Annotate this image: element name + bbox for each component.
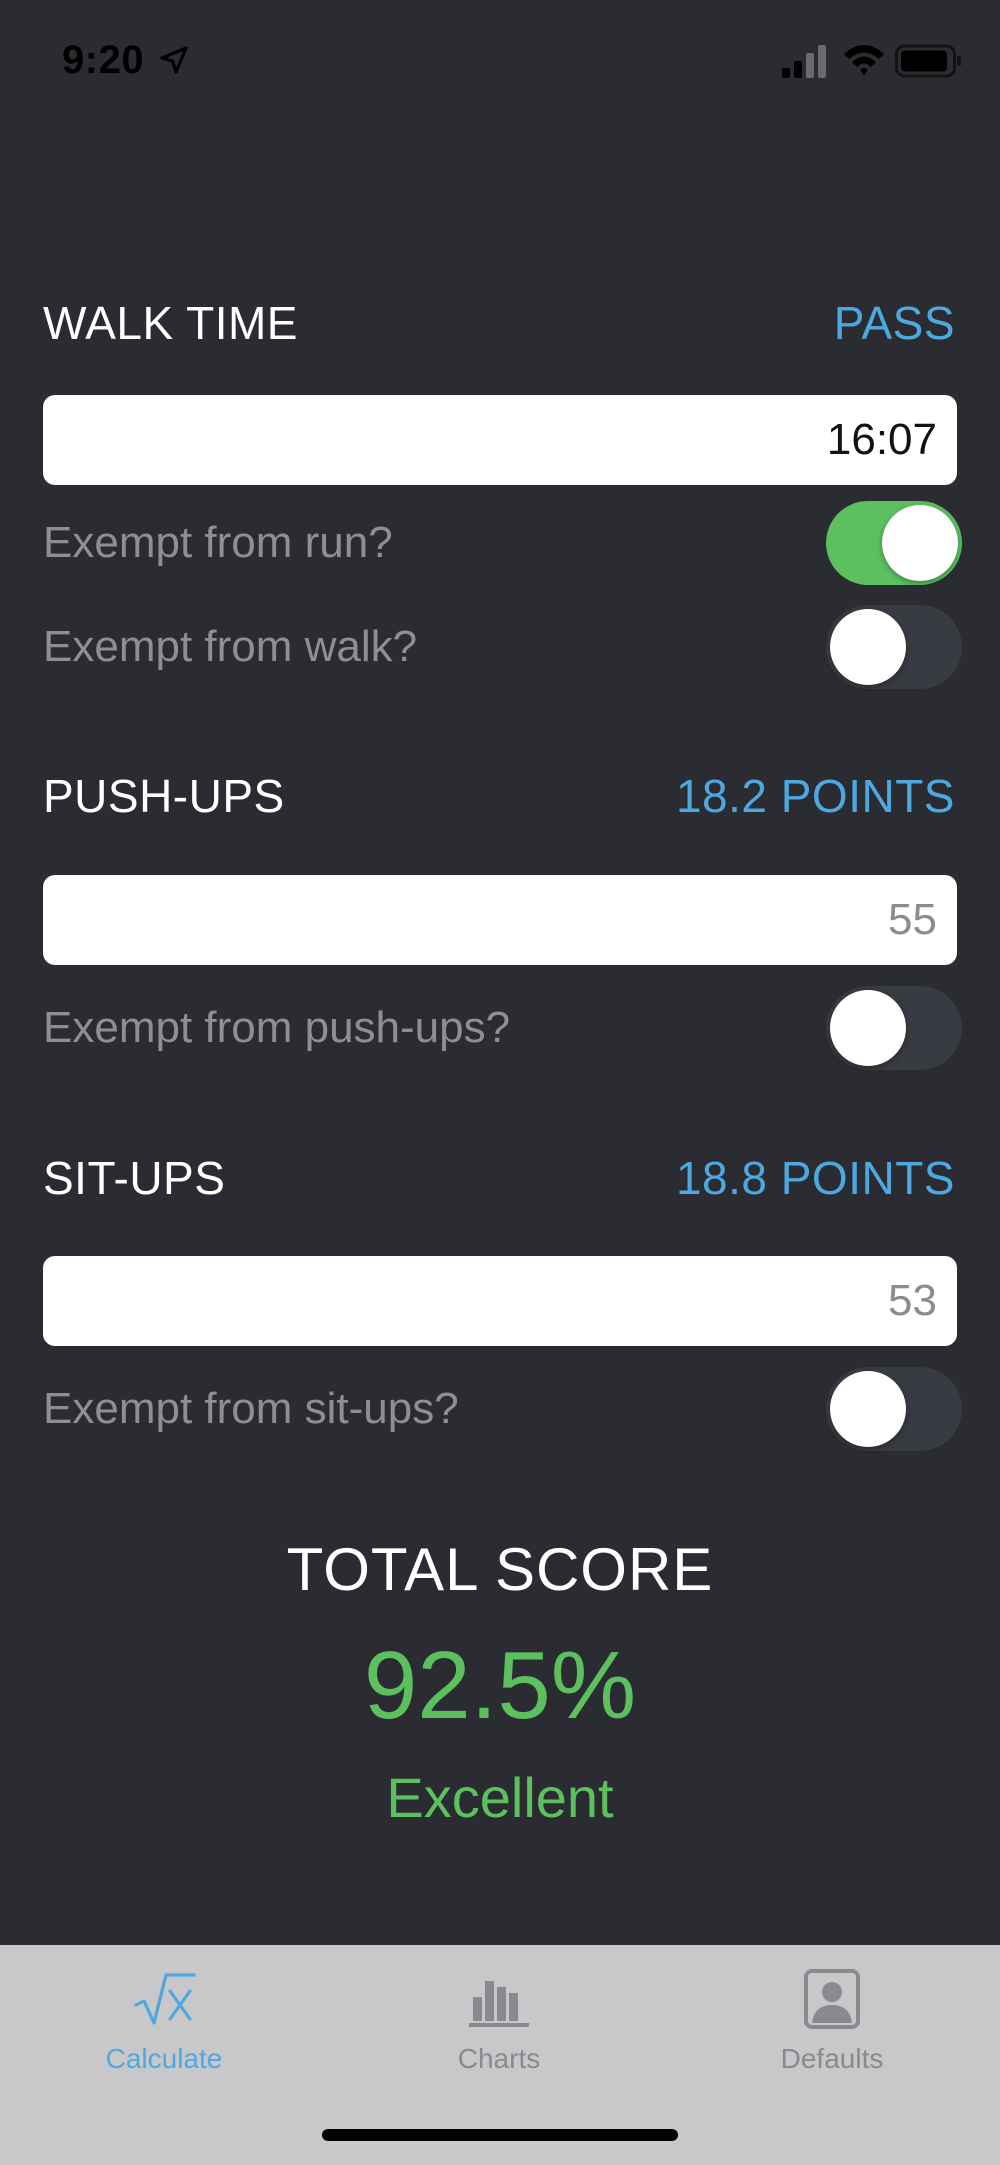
exempt-sit-ups-label: Exempt from sit-ups?	[43, 1384, 459, 1433]
total-score-value: 92.5%	[363, 1632, 637, 1739]
push-ups-result: 18.2 POINTS	[675, 770, 955, 822]
tab-calculate[interactable]: Calculate	[64, 1967, 264, 2087]
cellular-signal-icon	[782, 45, 826, 78]
push-ups-title: PUSH-UPS	[43, 770, 285, 822]
walk-time-input[interactable]: 16:07	[43, 395, 957, 485]
walk-time-result: PASS	[833, 297, 955, 349]
sit-ups-result: 18.8 POINTS	[675, 1152, 955, 1204]
total-score-title: TOTAL SCORE	[286, 1536, 714, 1603]
tab-defaults-label: Defaults	[780, 2043, 884, 2074]
exempt-push-ups-label: Exempt from push-ups?	[43, 1003, 511, 1052]
sit-ups-placeholder: 53	[888, 1276, 937, 1325]
tab-calculate-label: Calculate	[105, 2043, 223, 2074]
location-arrow-icon	[160, 46, 188, 74]
home-indicator[interactable]	[322, 2129, 678, 2141]
tab-defaults[interactable]: Defaults	[732, 1967, 932, 2087]
tab-bar: Calculate Charts Defaults	[0, 1945, 1000, 2165]
walk-time-value: 16:07	[826, 415, 937, 464]
walk-time-title: WALK TIME	[43, 297, 298, 349]
tab-charts[interactable]: Charts	[399, 1967, 599, 2087]
total-score-rating: Excellent	[386, 1766, 614, 1829]
toggle-knob	[830, 1371, 906, 1447]
bar-chart-icon	[469, 1981, 529, 2027]
toggle-knob	[830, 990, 906, 1066]
app-screen: 9:20 WALK TIME PASS 16:07 Exempt from ru…	[0, 0, 1000, 2165]
wifi-icon	[844, 45, 884, 75]
person-portrait-icon	[804, 1969, 860, 2029]
battery-icon	[895, 44, 961, 78]
exempt-run-label: Exempt from run?	[43, 518, 393, 567]
sit-ups-input[interactable]: 53	[43, 1256, 957, 1346]
toggle-knob	[882, 505, 958, 581]
exempt-sit-ups-toggle[interactable]	[826, 1367, 962, 1451]
toggle-knob	[830, 609, 906, 685]
exempt-push-ups-toggle[interactable]	[826, 986, 962, 1070]
tab-charts-label: Charts	[457, 2043, 541, 2074]
status-time: 9:20	[62, 38, 145, 82]
sit-ups-title: SIT-UPS	[43, 1152, 226, 1204]
push-ups-input[interactable]: 55	[43, 875, 957, 965]
exempt-walk-toggle[interactable]	[826, 605, 962, 689]
exempt-run-toggle[interactable]	[826, 501, 962, 585]
square-root-icon	[134, 1973, 196, 2025]
exempt-walk-label: Exempt from walk?	[43, 622, 418, 671]
push-ups-placeholder: 55	[888, 895, 937, 944]
